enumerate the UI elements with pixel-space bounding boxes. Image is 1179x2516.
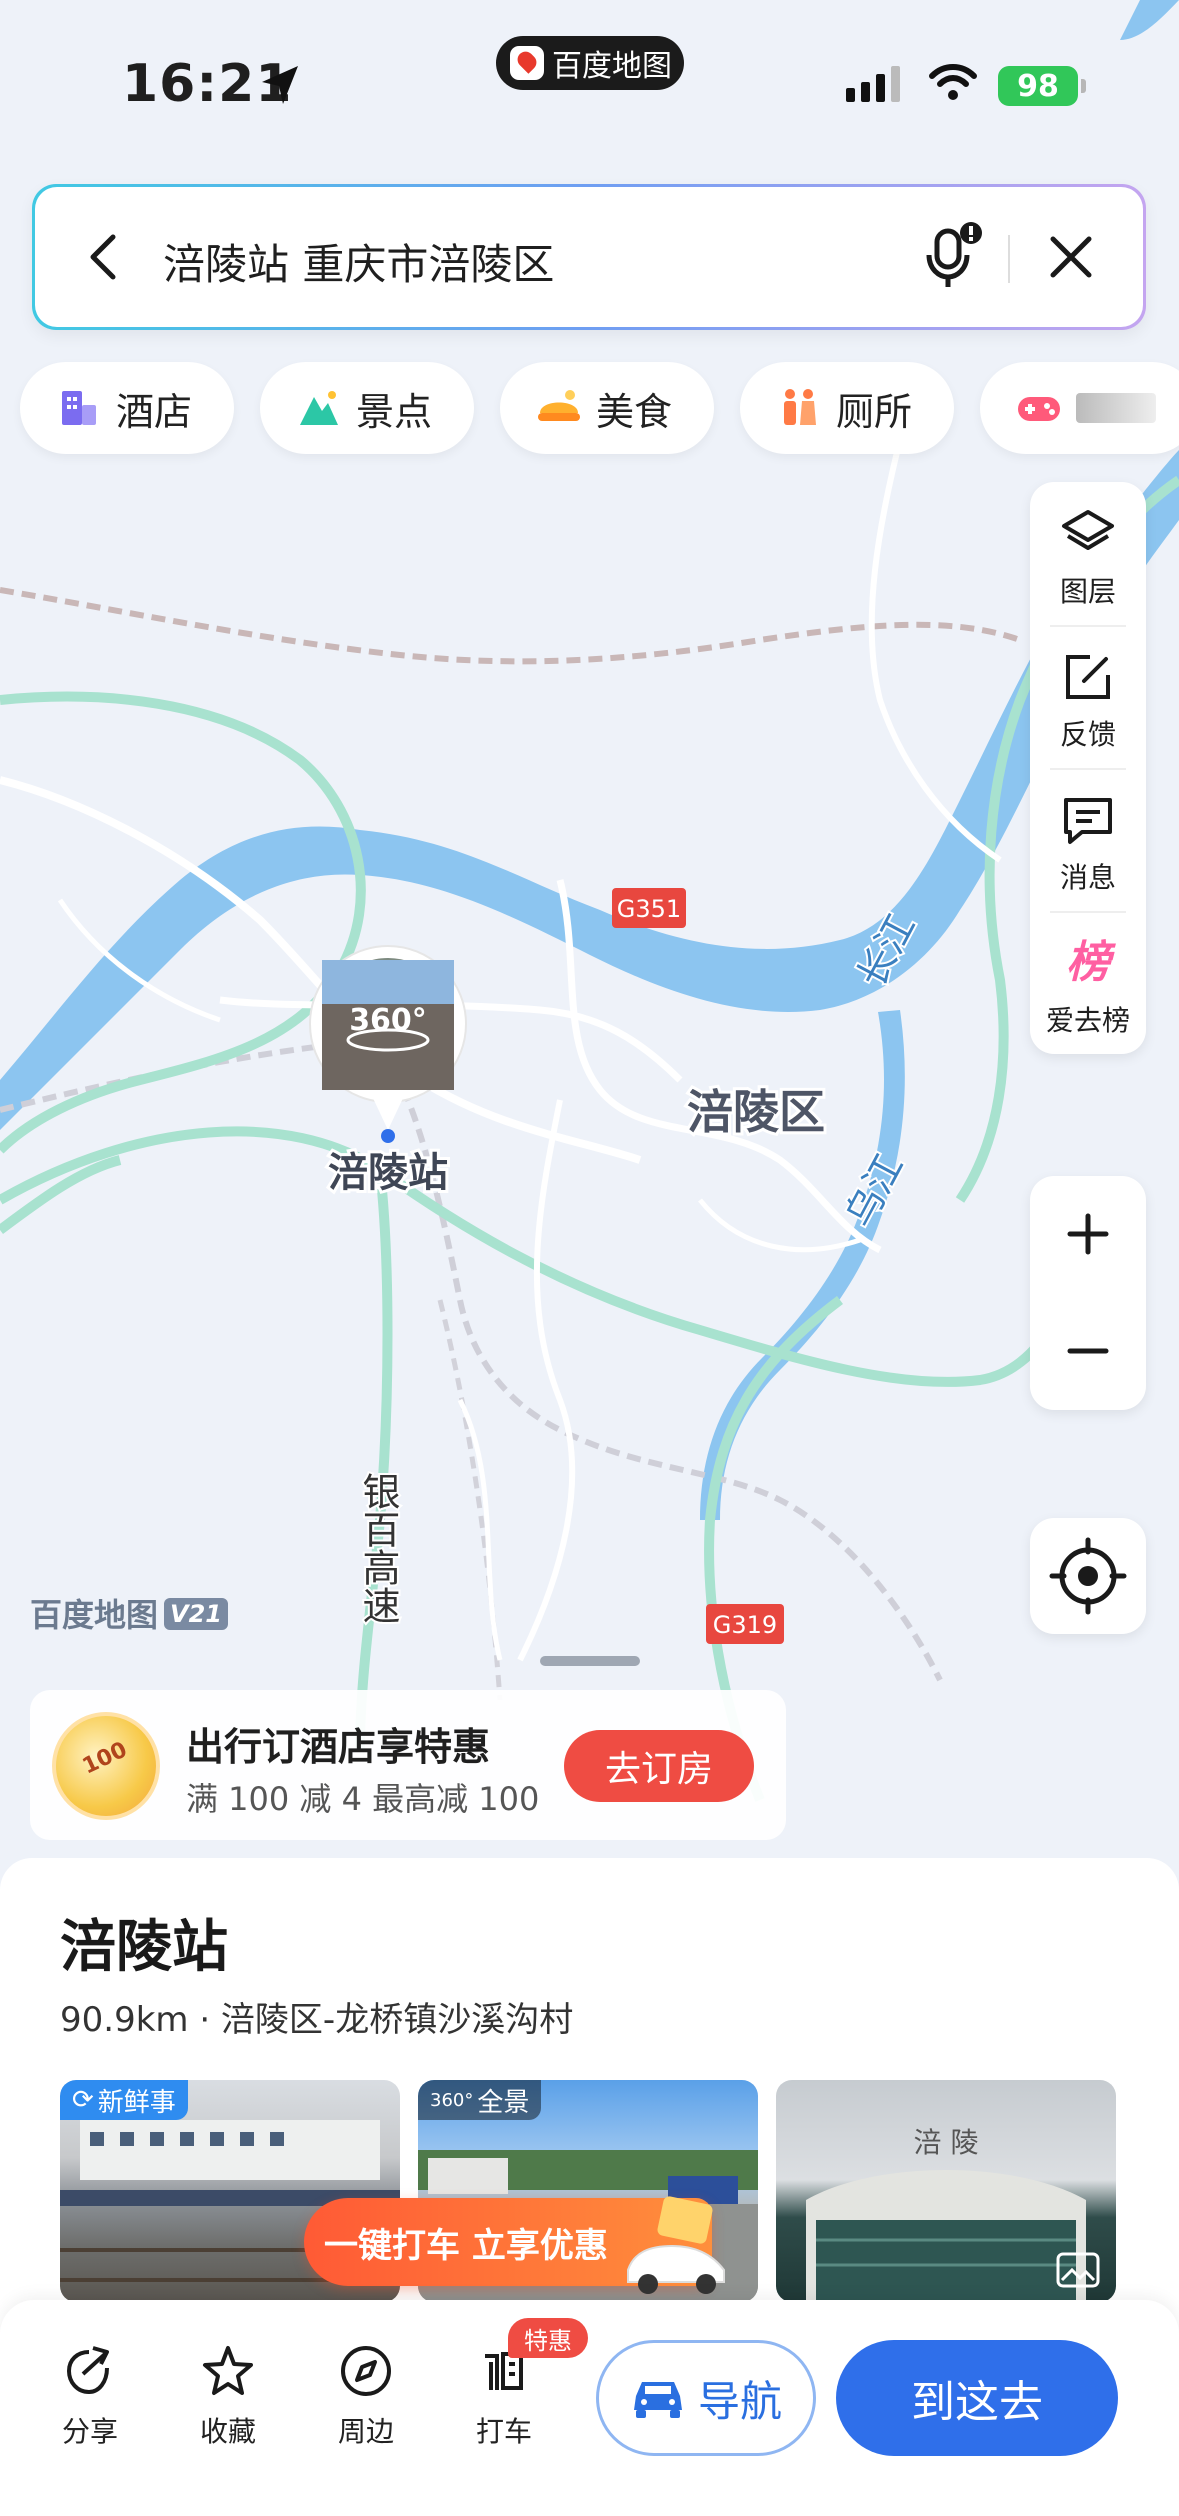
messages-button[interactable]: 消息 xyxy=(1030,768,1146,911)
promo-title: 出行订酒店享特惠 xyxy=(186,1725,491,1769)
photo-station-building[interactable]: 涪 陵 xyxy=(776,2080,1116,2302)
search-input[interactable]: 涪陵站 重庆市涪陵区 xyxy=(163,231,554,292)
chip-food[interactable]: 美食 xyxy=(500,362,715,454)
place-title: 涪陵站 xyxy=(60,1915,228,1980)
star-icon xyxy=(203,2346,253,2395)
tag-news: ⟳ 新鲜事 xyxy=(60,2080,188,2120)
chip-toilet[interactable]: 厕所 xyxy=(740,362,955,454)
scenic-icon xyxy=(300,391,339,425)
highway-label: 银百高速 xyxy=(356,1472,400,1624)
zoom-in-icon[interactable] xyxy=(1030,1176,1146,1293)
food-icon xyxy=(538,390,581,421)
toilet-icon xyxy=(784,389,817,425)
road-shield-g319: G319 xyxy=(706,1604,784,1644)
map-brand-watermark: 百度地图 V21 xyxy=(30,1590,228,1636)
navigate-button[interactable]: 导航 xyxy=(596,2340,816,2456)
wifi-icon xyxy=(929,64,977,100)
baidu-maps-logo-icon xyxy=(510,46,544,80)
sheet-drag-handle[interactable] xyxy=(540,1656,640,1666)
chip-scenic[interactable]: 景点 xyxy=(260,362,475,454)
status-bar: 16:21 百度地图 98 xyxy=(0,0,1179,170)
360-icon: 360° xyxy=(430,2089,474,2111)
coupon-image xyxy=(52,1712,160,1820)
gallery-icon xyxy=(1056,2252,1100,2288)
app-return-pill[interactable]: 百度地图 xyxy=(496,36,684,90)
close-icon[interactable] xyxy=(1041,227,1101,287)
nearby-button[interactable]: 周边 xyxy=(316,2342,416,2450)
station-label: 涪陵站 xyxy=(328,1150,448,1196)
message-icon xyxy=(1064,798,1112,844)
chip-hotel[interactable]: 酒店 xyxy=(20,362,235,454)
app-name: 百度地图 xyxy=(552,49,672,84)
car-icon xyxy=(633,2382,682,2418)
layers-button[interactable]: 图层 xyxy=(1030,482,1146,625)
chip-more-partial[interactable] xyxy=(980,362,1179,454)
tag-panorama: 360° 全景 xyxy=(418,2080,542,2120)
locate-me-icon[interactable] xyxy=(1030,1518,1146,1634)
cellular-signal-icon xyxy=(846,66,900,102)
svg-text:G319: G319 xyxy=(713,1611,777,1639)
hotel-icon xyxy=(62,391,96,425)
favorite-button[interactable]: 收藏 xyxy=(178,2342,278,2450)
share-button[interactable]: 分享 xyxy=(40,2342,140,2450)
svg-text:涪 陵: 涪 陵 xyxy=(914,2126,979,2159)
share-icon xyxy=(66,2346,109,2395)
search-divider xyxy=(1008,235,1010,283)
back-arrow-icon[interactable] xyxy=(75,227,135,287)
map-tools-panel: 图层 反馈 消息 榜 爱去榜 xyxy=(1030,482,1146,1054)
district-label: 涪陵区 xyxy=(687,1085,825,1139)
zoom-out-icon[interactable] xyxy=(1030,1293,1146,1410)
game-controller-icon xyxy=(1018,397,1061,421)
location-arrow-icon xyxy=(262,66,298,104)
zoom-controls xyxy=(1030,1176,1146,1410)
category-chips: 酒店 景点 美食 厕所 xyxy=(20,362,1179,454)
svg-text:G351: G351 xyxy=(617,895,681,923)
deal-badge: 特惠 xyxy=(508,2318,588,2358)
road-shield-g351: G351 xyxy=(612,888,686,928)
microphone-icon[interactable] xyxy=(911,217,991,297)
refresh-icon: ⟳ xyxy=(72,2085,94,2115)
car-illustration-icon xyxy=(627,2196,725,2294)
place-distance-address: 90.9km · 涪陵区-龙桥镇沙溪沟村 xyxy=(60,2000,574,2040)
edit-icon xyxy=(1066,655,1110,699)
compass-icon xyxy=(341,2346,391,2396)
book-hotel-button[interactable]: 去订房 xyxy=(564,1730,754,1802)
search-bar[interactable]: 涪陵站 重庆市涪陵区 xyxy=(32,184,1146,330)
taxi-button[interactable]: 打车 xyxy=(454,2342,554,2450)
layers-icon xyxy=(1062,510,1114,550)
hotel-promo-card[interactable]: 出行订酒店享特惠 满 100 减 4 最高减 100 去订房 xyxy=(30,1690,786,1840)
battery-indicator: 98 xyxy=(998,66,1086,106)
ranking-button[interactable]: 榜 爱去榜 xyxy=(1030,911,1146,1054)
go-here-button[interactable]: 到这去 xyxy=(836,2340,1118,2456)
ranking-icon: 榜 xyxy=(1066,937,1110,988)
promo-subtitle: 满 100 减 4 最高减 100 xyxy=(186,1780,540,1818)
feedback-button[interactable]: 反馈 xyxy=(1030,625,1146,768)
